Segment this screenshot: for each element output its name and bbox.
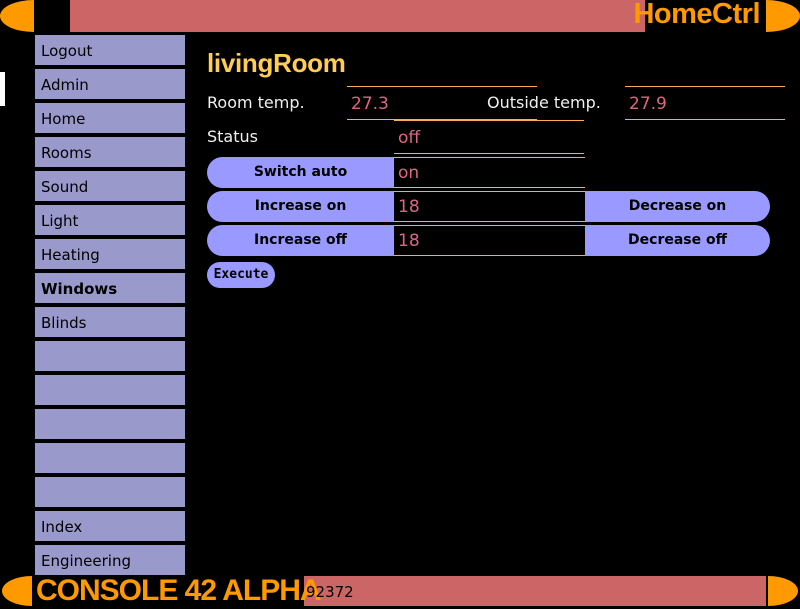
top-bar: HomeCtrl — [0, 0, 800, 32]
console-label: CONSOLE 42 ALPHA — [36, 574, 322, 607]
top-bar-right-cap — [766, 0, 800, 32]
sidebar-item-index[interactable]: Index — [35, 511, 185, 541]
main-content: livingRoom Room temp. 27.3 Outside temp.… — [207, 48, 787, 290]
action-row-switch-auto: Switch auto on — [207, 157, 787, 188]
execute-button[interactable]: Execute — [207, 262, 275, 288]
sidebar-item-blank-1[interactable] — [35, 341, 185, 371]
on-setpoint-value: 18 — [394, 191, 585, 222]
execute-row: Execute — [207, 262, 787, 290]
decrease-off-button[interactable]: Decrease off — [585, 225, 770, 256]
sidebar-item-blank-4[interactable] — [35, 443, 185, 473]
switch-auto-button[interactable]: Switch auto — [207, 157, 394, 188]
action-row-off-setpoint: Increase off 18 Decrease off — [207, 225, 787, 256]
temperature-row: Room temp. 27.3 Outside temp. 27.9 — [207, 86, 787, 120]
action-row-on-setpoint: Increase on 18 Decrease on — [207, 191, 787, 222]
sidebar-item-engineering[interactable]: Engineering — [35, 545, 185, 575]
sidebar-item-logout[interactable]: Logout — [35, 35, 185, 65]
status-value: off — [394, 120, 584, 154]
outside-temp-value: 27.9 — [625, 86, 785, 120]
status-bar-fill — [304, 576, 766, 606]
sidebar: Logout Admin Home Rooms Sound Light Heat… — [35, 35, 185, 579]
sidebar-item-rooms[interactable]: Rooms — [35, 137, 185, 167]
outside-temp-label: Outside temp. — [487, 93, 601, 112]
status-label: Status — [207, 127, 258, 146]
app-title: HomeCtrl — [633, 0, 760, 30]
status-row: Status off — [207, 120, 787, 154]
decrease-on-button[interactable]: Decrease on — [585, 191, 770, 222]
page-title: livingRoom — [207, 48, 346, 78]
sidebar-item-blinds[interactable]: Blinds — [35, 307, 185, 337]
sidebar-item-blank-2[interactable] — [35, 375, 185, 405]
sidebar-item-home[interactable]: Home — [35, 103, 185, 133]
room-temp-label: Room temp. — [207, 93, 305, 112]
top-bar-fill — [70, 0, 645, 32]
status-bar-right-cap — [768, 576, 798, 606]
console-code: 92372 — [306, 583, 354, 601]
increase-on-button[interactable]: Increase on — [207, 191, 394, 222]
sidebar-item-blank-3[interactable] — [35, 409, 185, 439]
switch-auto-value: on — [394, 157, 585, 188]
top-bar-left-cap — [0, 0, 34, 32]
status-bar: CONSOLE 42 ALPHA 92372 — [0, 573, 800, 607]
sidebar-item-windows[interactable]: Windows — [35, 273, 185, 303]
left-edge-marker — [0, 72, 5, 106]
sidebar-item-sound[interactable]: Sound — [35, 171, 185, 201]
off-setpoint-value: 18 — [394, 225, 585, 256]
status-bar-left-cap — [2, 576, 32, 606]
increase-off-button[interactable]: Increase off — [207, 225, 394, 256]
sidebar-item-heating[interactable]: Heating — [35, 239, 185, 269]
sidebar-item-light[interactable]: Light — [35, 205, 185, 235]
sidebar-item-blank-5[interactable] — [35, 477, 185, 507]
sidebar-item-admin[interactable]: Admin — [35, 69, 185, 99]
